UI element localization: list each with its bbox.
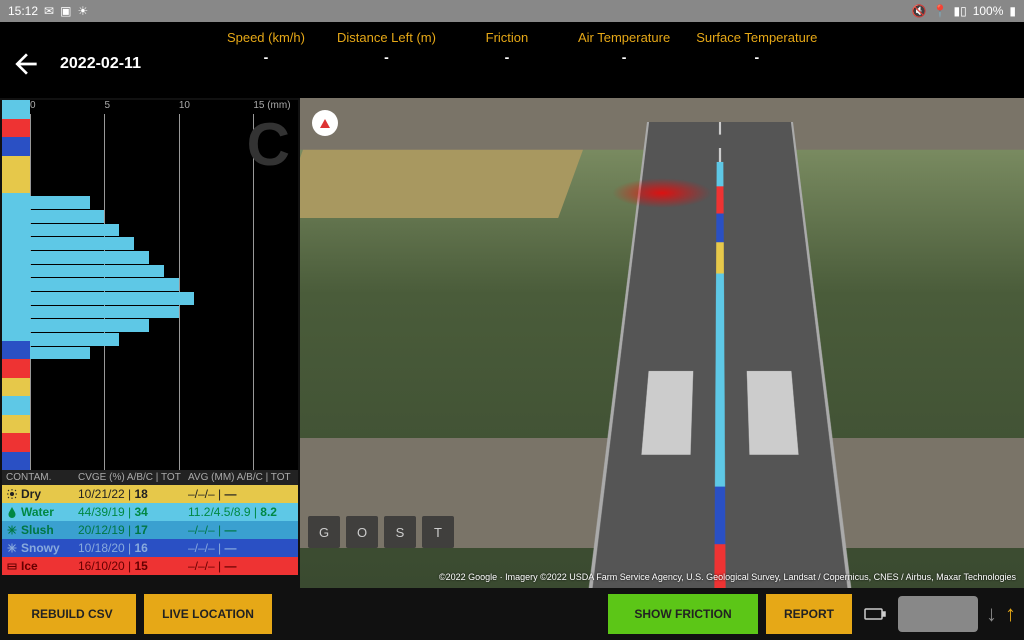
rebuild-csv-button[interactable]: REBUILD CSV — [8, 594, 136, 634]
location-icon: 📍 — [933, 4, 948, 18]
battery-icon: ▮ — [1009, 4, 1016, 18]
signal-icon: ▮▯ — [953, 4, 966, 18]
device-battery-icon — [860, 594, 890, 634]
weather-icon: ☀ — [77, 4, 88, 18]
metrics-row: Speed (km/h) - Distance Left (m) - Frict… — [221, 30, 817, 65]
slush-icon — [6, 524, 18, 536]
status-time: 15:12 — [8, 4, 38, 18]
th-contam: CONTAM. — [6, 472, 78, 483]
metric-friction: Friction - — [462, 30, 552, 65]
table-row[interactable]: Dry10/21/22 | 18–/–/– | — — [2, 485, 298, 503]
live-location-button[interactable]: LIVE LOCATION — [144, 594, 272, 634]
compass-icon[interactable] — [312, 110, 338, 136]
depth-bars — [30, 114, 298, 470]
map-btn-s[interactable]: S — [384, 516, 416, 548]
contamination-table: CONTAM. CVGE (%) A/B/C | TOT AVG (MM) A/… — [2, 470, 298, 575]
map-view[interactable]: G O S T ©2022 Google · Imagery ©2022 USD… — [300, 98, 1024, 588]
show-friction-button[interactable]: SHOW FRICTION — [608, 594, 758, 634]
sun-icon — [6, 488, 18, 500]
metric-airtemp: Air Temperature - — [578, 30, 670, 65]
app-header: 2022-02-11 Speed (km/h) - Distance Left … — [0, 22, 1024, 98]
drop-icon — [6, 506, 18, 518]
arrow-down-icon[interactable]: ↓ — [986, 601, 997, 627]
map-layer-buttons: G O S T — [308, 516, 454, 548]
mute-icon: 🔇 — [912, 4, 927, 18]
table-row[interactable]: Water44/39/19 | 3411.2/4.5/8.9 | 8.2 — [2, 503, 298, 521]
th-cvge: CVGE (%) A/B/C | TOT — [78, 472, 188, 483]
metric-distance: Distance Left (m) - — [337, 30, 436, 65]
runway-condition-line — [709, 162, 730, 588]
slider-control[interactable] — [898, 596, 978, 632]
arrow-up-icon[interactable]: ↑ — [1005, 601, 1016, 627]
status-battery: 100% — [973, 4, 1004, 18]
left-panel: 051015 (mm) C CONTAM. CVGE (%) A/B/C | T… — [0, 98, 300, 588]
metric-speed: Speed (km/h) - — [221, 30, 311, 65]
map-btn-t[interactable]: T — [422, 516, 454, 548]
back-arrow-icon[interactable] — [10, 48, 42, 80]
metric-surftemp: Surface Temperature - — [696, 30, 817, 65]
mail-icon: ✉ — [44, 4, 54, 18]
snow-icon — [6, 542, 18, 554]
footer-toolbar: REBUILD CSV LIVE LOCATION SHOW FRICTION … — [0, 588, 1024, 640]
image-icon: ▣ — [60, 4, 71, 18]
map-btn-g[interactable]: G — [308, 516, 340, 548]
th-avg: AVG (MM) A/B/C | TOT — [188, 472, 294, 483]
table-row[interactable]: Slush20/12/19 | 17–/–/– | — — [2, 521, 298, 539]
map-btn-o[interactable]: O — [346, 516, 378, 548]
android-status-bar: 15:12 ✉ ▣ ☀ 🔇 📍 ▮▯ 100% ▮ — [0, 0, 1024, 22]
table-row[interactable]: Snowy10/18/20 | 16–/–/– | — — [2, 539, 298, 557]
vehicle-location-marker — [612, 178, 712, 208]
ice-icon — [6, 560, 18, 572]
map-attribution: ©2022 Google · Imagery ©2022 USDA Farm S… — [439, 572, 1016, 582]
session-date: 2022-02-11 — [60, 55, 141, 73]
depth-chart: 051015 (mm) C — [2, 100, 298, 470]
report-button[interactable]: REPORT — [766, 594, 852, 634]
contamination-strip — [2, 100, 30, 470]
table-row[interactable]: Ice16/10/20 | 15–/–/– | — — [2, 557, 298, 575]
